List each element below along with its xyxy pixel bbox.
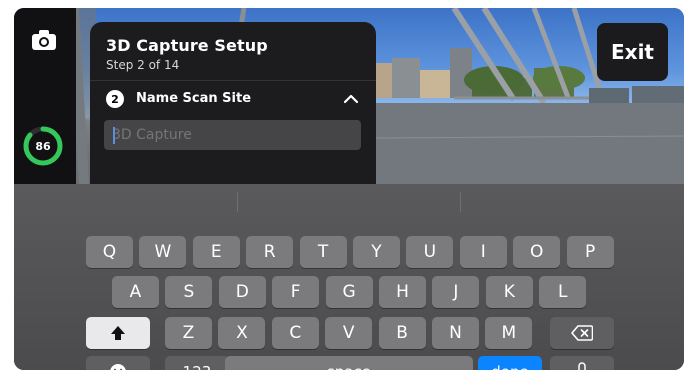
- key-m[interactable]: M: [485, 317, 533, 349]
- key-a[interactable]: A: [112, 276, 159, 308]
- step-label[interactable]: Name Scan Site: [136, 91, 251, 106]
- key-v[interactable]: V: [325, 317, 373, 349]
- key-u[interactable]: U: [406, 236, 454, 268]
- key-s[interactable]: S: [165, 276, 213, 308]
- setup-panel: 3D Capture Setup Step 2 of 14 2 Name Sca…: [90, 22, 376, 184]
- key-i[interactable]: I: [459, 236, 507, 268]
- scan-site-name-input[interactable]: [104, 120, 361, 150]
- onscreen-keyboard: QWERTYUIOP ASDFGHJKL ZXCVBNM 123 space: [14, 184, 684, 370]
- setup-title: 3D Capture Setup: [106, 36, 268, 55]
- space-key[interactable]: space: [225, 356, 473, 370]
- backspace-icon: [571, 325, 593, 341]
- backspace-key[interactable]: [550, 317, 614, 349]
- key-x[interactable]: X: [218, 317, 266, 349]
- step-number-badge: 2: [106, 90, 124, 108]
- key-h[interactable]: H: [379, 276, 426, 308]
- key-t[interactable]: T: [299, 236, 347, 268]
- panel-divider: [90, 80, 376, 81]
- text-caret: [113, 127, 115, 144]
- key-z[interactable]: Z: [165, 317, 212, 349]
- suggestion-divider: [460, 192, 461, 212]
- key-k[interactable]: K: [485, 276, 533, 308]
- key-l[interactable]: L: [539, 276, 587, 308]
- emoji-icon: [110, 364, 126, 370]
- suggestion-divider: [237, 192, 238, 212]
- key-n[interactable]: N: [432, 317, 479, 349]
- dictation-key[interactable]: [550, 356, 614, 370]
- setup-step-counter: Step 2 of 14: [106, 58, 180, 72]
- key-w[interactable]: W: [139, 236, 187, 268]
- key-b[interactable]: B: [378, 317, 426, 349]
- exit-button[interactable]: Exit: [597, 23, 668, 81]
- numbers-key[interactable]: 123: [165, 356, 229, 370]
- shift-arrow-icon: [111, 326, 125, 340]
- done-key[interactable]: done: [478, 356, 542, 370]
- device-screen: 86 3D Capture Setup Step 2 of 14 2 Name …: [14, 8, 684, 370]
- key-q[interactable]: Q: [86, 236, 133, 268]
- key-d[interactable]: D: [218, 276, 266, 308]
- camera-icon[interactable]: [30, 28, 58, 52]
- key-r[interactable]: R: [246, 236, 294, 268]
- key-j[interactable]: J: [432, 276, 480, 308]
- key-o[interactable]: O: [513, 236, 561, 268]
- microphone-icon: [578, 362, 586, 370]
- key-y[interactable]: Y: [353, 236, 400, 268]
- key-g[interactable]: G: [325, 276, 373, 308]
- key-c[interactable]: C: [271, 317, 319, 349]
- key-p[interactable]: P: [566, 236, 614, 268]
- chevron-up-icon[interactable]: [344, 94, 358, 104]
- left-rail: 86: [14, 8, 76, 184]
- emoji-key[interactable]: [86, 356, 150, 370]
- shift-key[interactable]: [86, 317, 150, 349]
- key-f[interactable]: F: [272, 276, 320, 308]
- key-e[interactable]: E: [192, 236, 240, 268]
- scan-score-value: 86: [35, 139, 51, 153]
